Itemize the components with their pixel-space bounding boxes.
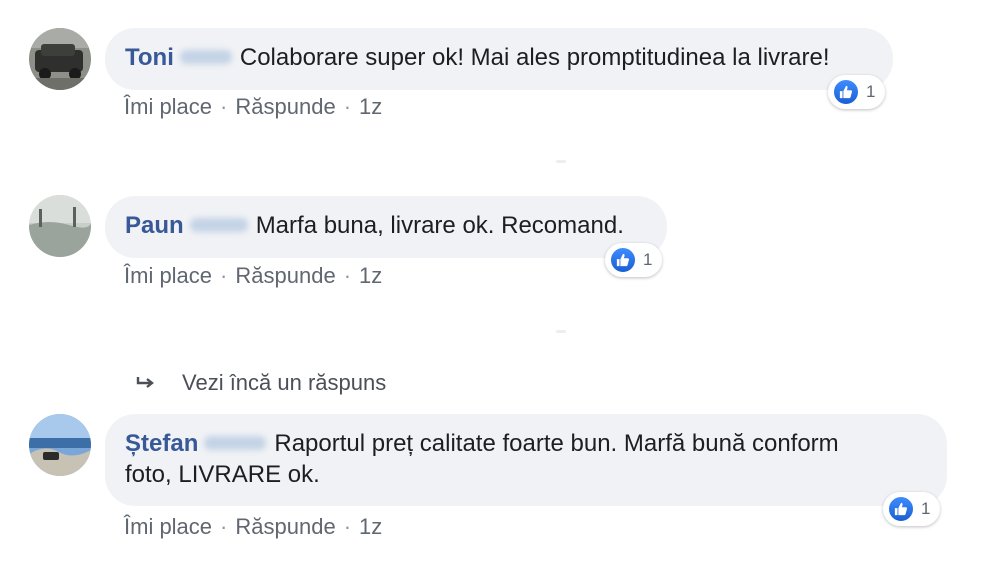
timestamp-link[interactable]: 1z: [359, 514, 382, 539]
comment-author[interactable]: Ștefan: [125, 430, 198, 457]
like-link[interactable]: Îmi place: [124, 514, 212, 539]
comment-item: Ștefan Raportul preț calitate foarte bun.…: [0, 0, 1000, 562]
comment-bubble: Ștefan Raportul preț calitate foarte bun.…: [105, 414, 947, 506]
separator: ·: [343, 514, 352, 539]
avatar[interactable]: [29, 414, 91, 476]
comment-text-line2: foto, LIVRARE ok.: [125, 461, 320, 488]
reply-link[interactable]: Răspunde: [235, 514, 335, 539]
like-thumbs-up-icon: [887, 495, 915, 523]
separator: ·: [220, 514, 228, 539]
reaction-count[interactable]: 1: [883, 492, 941, 526]
redacted-surname: [204, 435, 267, 450]
comment-text-line1: Raportul preț calitate foarte bun. Marfă…: [274, 430, 839, 457]
reaction-count-value: 1: [921, 499, 931, 518]
comment-actions: Îmi place · Răspunde · 1z: [124, 514, 382, 540]
